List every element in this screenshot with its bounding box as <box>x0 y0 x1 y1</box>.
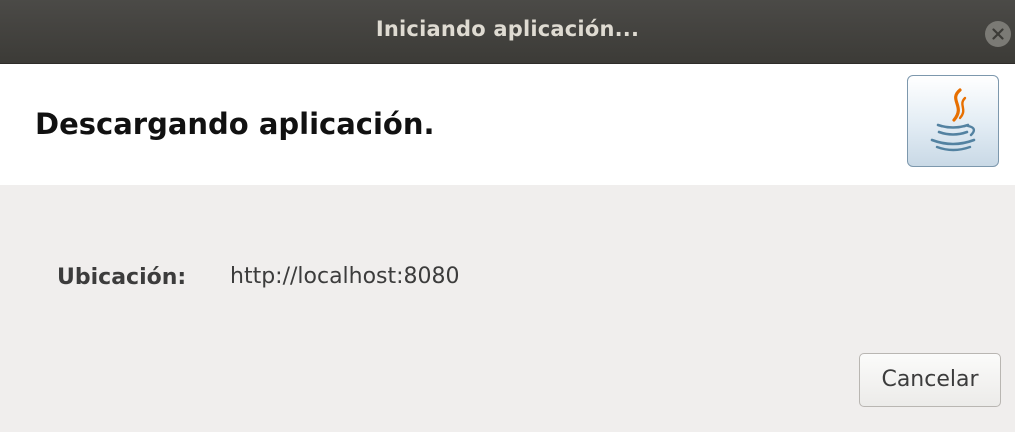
dialog-header: Descargando aplicación. <box>0 64 1015 185</box>
cancel-button[interactable]: Cancelar <box>859 353 1001 407</box>
download-heading: Descargando aplicación. <box>35 107 435 141</box>
close-icon <box>992 28 1004 40</box>
java-logo <box>907 75 999 167</box>
close-window-button[interactable] <box>985 21 1011 47</box>
launcher-window: Iniciando aplicación... Descargando apli… <box>0 0 1015 432</box>
location-url: http://localhost:8080 <box>230 264 460 289</box>
java-coffee-cup-icon <box>930 88 976 152</box>
location-label: Ubicación: <box>57 265 187 290</box>
dialog-body: Ubicación: http://localhost:8080 Cancela… <box>0 185 1015 432</box>
title-bar[interactable]: Iniciando aplicación... <box>0 0 1015 64</box>
window-title: Iniciando aplicación... <box>375 17 640 41</box>
